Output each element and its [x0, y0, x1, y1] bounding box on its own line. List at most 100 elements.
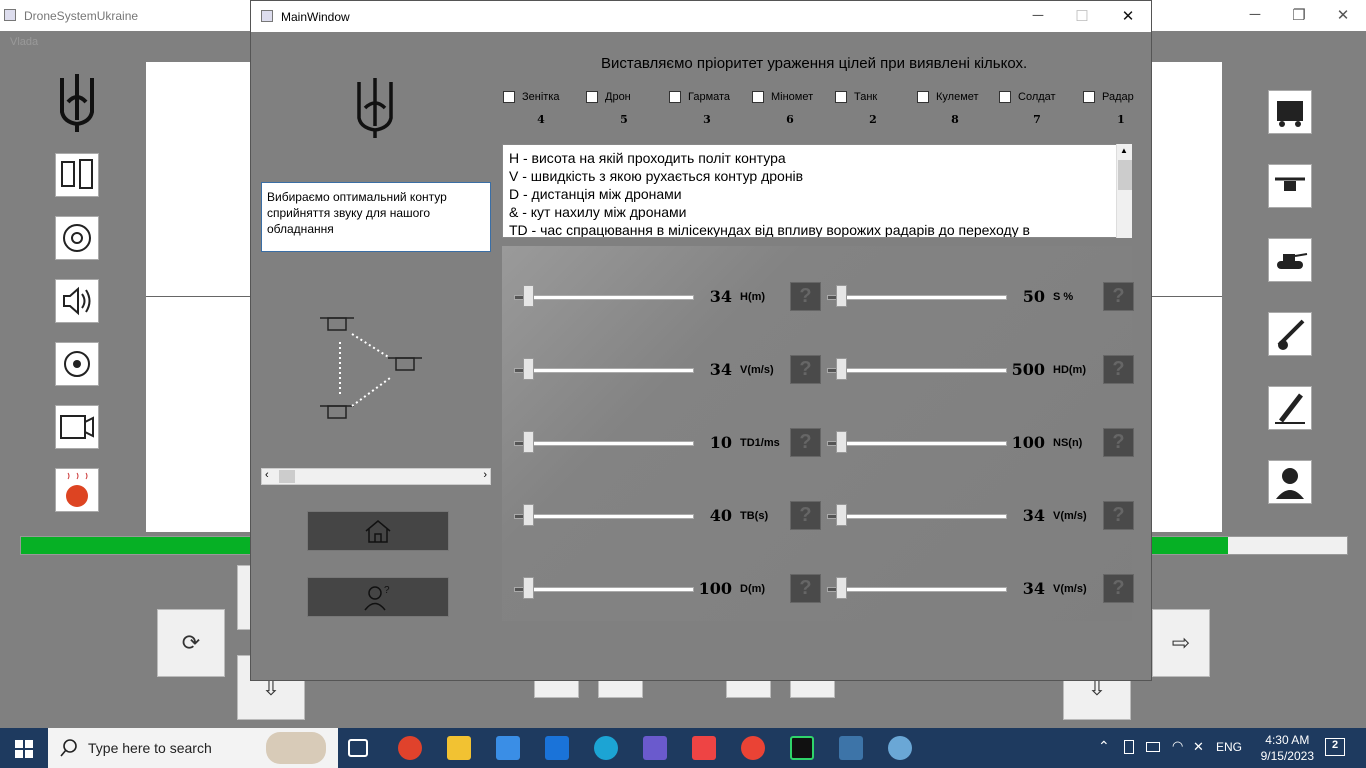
help-button[interactable]: ? — [790, 282, 821, 311]
slider-handle[interactable] — [523, 431, 534, 453]
scroll-right-icon[interactable]: › — [483, 469, 487, 481]
priority-checkbox[interactable]: Зенітка — [503, 91, 560, 103]
slider-handle[interactable] — [836, 285, 847, 307]
drone-icon[interactable] — [1268, 164, 1312, 208]
help-button[interactable]: ? — [1103, 355, 1134, 384]
infrared-icon[interactable] — [55, 468, 99, 512]
chrome-icon[interactable] — [741, 736, 765, 760]
windows-start-icon[interactable] — [15, 740, 33, 758]
checkbox-box[interactable] — [999, 91, 1011, 103]
close-icon[interactable]: ✕ — [1328, 6, 1358, 24]
rotate-button[interactable]: ⟳ — [157, 609, 225, 677]
battery-icon[interactable] — [1146, 742, 1160, 752]
slider-track[interactable] — [514, 441, 694, 446]
slider-track[interactable] — [514, 587, 694, 592]
paint-icon[interactable] — [888, 736, 912, 760]
help-button[interactable]: ? — [1103, 428, 1134, 457]
artillery-icon[interactable] — [1268, 312, 1312, 356]
scroll-left-icon[interactable]: ‹ — [265, 469, 269, 481]
speaker-icon[interactable] — [55, 279, 99, 323]
help-button[interactable]: ? — [1103, 282, 1134, 311]
slider-label: V(m/s) — [1053, 583, 1087, 595]
checkbox-box[interactable] — [1083, 91, 1095, 103]
task-view-icon[interactable] — [348, 739, 368, 757]
pycharm-icon[interactable] — [790, 736, 814, 760]
wifi-icon[interactable]: ◠ — [1172, 738, 1183, 754]
slider-track[interactable] — [827, 587, 1007, 592]
slider-handle[interactable] — [523, 358, 534, 380]
soldier-icon[interactable] — [1268, 460, 1312, 504]
checkbox-box[interactable] — [752, 91, 764, 103]
slider-track[interactable] — [827, 368, 1007, 373]
night-camera-icon[interactable] — [55, 405, 99, 449]
devices-icon[interactable] — [55, 153, 99, 197]
volume-muted-icon[interactable]: ✕ — [1193, 739, 1204, 755]
minimize-icon[interactable]: ─ — [1240, 6, 1270, 23]
taskbar-search[interactable]: Type here to search — [48, 728, 338, 768]
slider-handle[interactable] — [523, 577, 534, 599]
minimize-icon[interactable]: ─ — [1023, 7, 1053, 24]
slider-track[interactable] — [514, 295, 694, 300]
close-icon[interactable]: ✕ — [1113, 7, 1143, 25]
help-button[interactable]: ? — [790, 355, 821, 384]
slider-handle[interactable] — [523, 285, 534, 307]
edge-icon[interactable] — [594, 736, 618, 760]
device-icon[interactable] — [1124, 740, 1134, 754]
checkbox-box[interactable] — [503, 91, 515, 103]
main-titlebar: MainWindow ─ ☐ ✕ — [251, 1, 1151, 32]
checkbox-box[interactable] — [917, 91, 929, 103]
sync-settings-icon[interactable] — [55, 342, 99, 386]
clock[interactable]: 4:30 AM 9/15/2023 — [1261, 732, 1314, 764]
mortar-icon[interactable] — [1268, 386, 1312, 430]
priority-checkbox[interactable]: Гармата — [669, 91, 730, 103]
language-indicator[interactable]: ENG — [1216, 740, 1242, 754]
priority-checkbox[interactable]: Дрон — [586, 91, 631, 103]
priority-checkbox[interactable]: Солдат — [999, 91, 1056, 103]
slider-handle[interactable] — [836, 358, 847, 380]
store-icon[interactable] — [496, 736, 520, 760]
slider-track[interactable] — [827, 514, 1007, 519]
checkbox-box[interactable] — [835, 91, 847, 103]
office-icon[interactable] — [692, 736, 716, 760]
home-button[interactable] — [307, 511, 449, 551]
slider-handle[interactable] — [836, 577, 847, 599]
slider-track[interactable] — [827, 295, 1007, 300]
scroll-thumb[interactable] — [279, 470, 295, 483]
priority-checkbox[interactable]: Танк — [835, 91, 877, 103]
help-user-button[interactable]: ? — [307, 577, 449, 617]
horizontal-scrollbar[interactable]: ‹ › — [261, 468, 491, 485]
checkbox-box[interactable] — [669, 91, 681, 103]
truck-icon[interactable] — [1268, 90, 1312, 134]
checkbox-box[interactable] — [586, 91, 598, 103]
right-button[interactable]: ⇨ — [1152, 609, 1210, 677]
slider-track[interactable] — [514, 514, 694, 519]
slider-track[interactable] — [827, 441, 1007, 446]
restore-icon[interactable]: ❐ — [1284, 6, 1314, 24]
priority-checkbox[interactable]: Радар — [1083, 91, 1134, 103]
up-button[interactable] — [237, 565, 251, 630]
slider-handle[interactable] — [836, 504, 847, 526]
python-icon[interactable] — [839, 736, 863, 760]
priority-checkbox[interactable]: Міномет — [752, 91, 813, 103]
description-scrollbar[interactable]: ▲ — [1116, 144, 1132, 238]
app-purple-icon[interactable] — [643, 736, 667, 760]
app-red-icon[interactable] — [398, 736, 422, 760]
trident-emblem-icon — [357, 78, 393, 138]
slider-handle[interactable] — [523, 504, 534, 526]
priority-checkbox[interactable]: Кулемет — [917, 91, 979, 103]
mail-icon[interactable] — [545, 736, 569, 760]
slider-handle[interactable] — [836, 431, 847, 453]
scroll-up-icon[interactable]: ▲ — [1120, 146, 1128, 155]
target-icon[interactable] — [55, 216, 99, 260]
help-button[interactable]: ? — [790, 574, 821, 603]
help-button[interactable]: ? — [1103, 501, 1134, 530]
help-button[interactable]: ? — [790, 428, 821, 457]
slider-track[interactable] — [514, 368, 694, 373]
notification-icon[interactable]: 2 — [1325, 738, 1345, 756]
file-explorer-icon[interactable] — [447, 736, 471, 760]
scroll-thumb[interactable] — [1118, 160, 1132, 190]
chevron-up-icon[interactable]: ⌃ — [1098, 738, 1110, 755]
help-button[interactable]: ? — [790, 501, 821, 530]
tank-icon[interactable] — [1268, 238, 1312, 282]
help-button[interactable]: ? — [1103, 574, 1134, 603]
